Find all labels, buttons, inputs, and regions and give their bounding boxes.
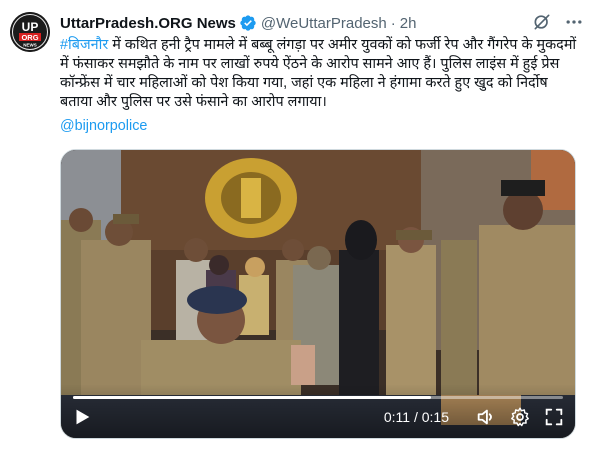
video-controls: 0:11 / 0:15 xyxy=(61,384,575,438)
video-controls-row: 0:11 / 0:15 xyxy=(71,404,565,430)
police-emblem xyxy=(205,158,297,238)
avatar-text-up: UP xyxy=(22,20,39,34)
avatar-column: UP ORG NEWS xyxy=(0,0,60,453)
video-time-readout: 0:11 / 0:15 xyxy=(384,409,449,425)
avatar-text-news: NEWS xyxy=(23,43,37,48)
user-handle[interactable]: @WeUttarPradesh xyxy=(261,15,387,32)
volume-icon[interactable] xyxy=(475,406,497,428)
avatar[interactable]: UP ORG NEWS xyxy=(10,12,50,52)
video-progress-bar[interactable] xyxy=(73,396,563,399)
separator-dot: · xyxy=(390,14,396,32)
fullscreen-icon[interactable] xyxy=(543,406,565,428)
more-icon[interactable] xyxy=(564,12,584,32)
mention-link[interactable]: @bijnorpolice xyxy=(60,117,580,136)
video-player[interactable]: 0:11 / 0:15 xyxy=(60,149,576,439)
video-current-time: 0:11 xyxy=(383,409,411,425)
avatar-text-org: ORG xyxy=(21,33,38,42)
display-name[interactable]: UttarPradesh.ORG News xyxy=(60,15,236,32)
video-duration: 0:15 xyxy=(421,409,449,425)
video-time-separator: / xyxy=(410,409,422,425)
tweet-timestamp[interactable]: 2h xyxy=(400,15,417,32)
tweet-header: UttarPradesh.ORG News @WeUttarPradesh · … xyxy=(60,12,590,34)
video-progress-fill xyxy=(73,396,431,399)
avatar-logo: UP ORG NEWS xyxy=(10,12,50,52)
header-actions xyxy=(532,12,584,32)
verified-badge-icon xyxy=(239,14,257,32)
tweet: UP ORG NEWS UttarPradesh.ORG News @WeUtt… xyxy=(0,0,597,453)
grok-icon[interactable] xyxy=(532,12,552,32)
settings-gear-icon[interactable] xyxy=(509,406,531,428)
tweet-text: में कथित हनी ट्रैप मामले में बब्बू लंगड़… xyxy=(60,37,577,110)
tweet-body: #बिजनौर में कथित हनी ट्रैप मामले में बब्… xyxy=(60,36,580,136)
hashtag-link[interactable]: #बिजनौर xyxy=(60,37,108,53)
play-icon[interactable] xyxy=(71,406,93,428)
